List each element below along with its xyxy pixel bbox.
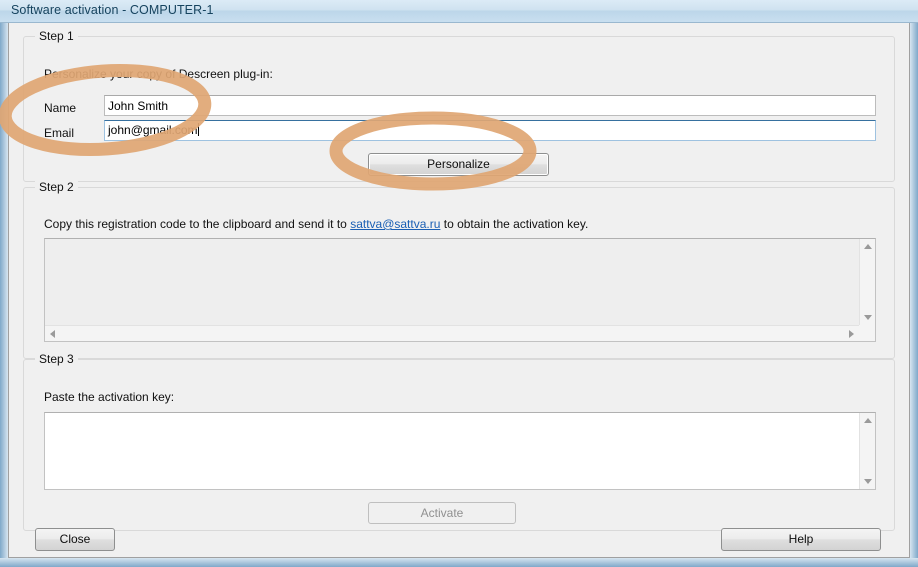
email-input-text: john@gmail.com xyxy=(108,123,198,137)
registration-code-text xyxy=(45,239,859,325)
registration-code-vertical-scrollbar[interactable] xyxy=(859,239,875,325)
triangle-down-icon xyxy=(864,315,872,320)
text-caret xyxy=(197,123,199,136)
triangle-right-icon xyxy=(849,330,854,338)
activate-button[interactable]: Activate xyxy=(368,502,516,524)
scroll-left-button[interactable] xyxy=(45,326,61,341)
dialog-client-area: Step 1 Personalize your copy of Descreen… xyxy=(8,23,910,558)
close-button[interactable]: Close xyxy=(35,528,115,551)
step1-groupbox: Step 1 Personalize your copy of Descreen… xyxy=(23,29,895,182)
step2-description: Copy this registration code to the clipb… xyxy=(44,217,588,231)
step2-description-part1: Copy this registration code to the clipb… xyxy=(44,217,351,231)
step3-groupbox: Step 3 Paste the activation key: Activat… xyxy=(23,352,895,531)
step1-description: Personalize your copy of Descreen plug-i… xyxy=(44,67,273,81)
step2-legend: Step 2 xyxy=(35,180,78,194)
scroll-down-button[interactable] xyxy=(860,309,875,325)
registration-code-textarea[interactable] xyxy=(44,238,876,342)
step2-groupbox: Step 2 Copy this registration code to th… xyxy=(23,180,895,359)
scroll-up-button[interactable] xyxy=(860,413,875,429)
activation-key-textarea[interactable] xyxy=(44,412,876,490)
name-input[interactable] xyxy=(104,95,876,116)
step3-description: Paste the activation key: xyxy=(44,390,175,404)
scroll-down-button[interactable] xyxy=(860,473,875,489)
window-frame-right xyxy=(910,0,918,567)
activation-dialog-window: Software activation - COMPUTER-1 Step 1 … xyxy=(0,0,918,567)
step2-description-part2: to obtain the activation key. xyxy=(440,217,589,231)
activation-key-vertical-scrollbar[interactable] xyxy=(859,413,875,489)
scrollbar-corner xyxy=(859,325,875,341)
support-email-link[interactable]: sattva@sattva.ru xyxy=(350,217,440,231)
triangle-down-icon xyxy=(864,479,872,484)
help-button[interactable]: Help xyxy=(721,528,881,551)
email-input[interactable]: john@gmail.com xyxy=(104,120,876,141)
scroll-right-button[interactable] xyxy=(843,326,859,341)
scroll-up-button[interactable] xyxy=(860,239,875,255)
email-label: Email xyxy=(44,126,75,140)
window-frame-left xyxy=(0,0,8,567)
registration-code-horizontal-scrollbar[interactable] xyxy=(45,325,859,341)
triangle-up-icon xyxy=(864,244,872,249)
window-frame-bottom xyxy=(0,558,918,567)
activation-key-text xyxy=(45,413,859,489)
personalize-button[interactable]: Personalize xyxy=(368,153,549,176)
window-titlebar[interactable]: Software activation - COMPUTER-1 xyxy=(0,0,918,23)
name-label: Name xyxy=(44,101,77,115)
step3-legend: Step 3 xyxy=(35,352,78,366)
step1-legend: Step 1 xyxy=(35,29,78,43)
triangle-left-icon xyxy=(50,330,55,338)
window-title: Software activation - COMPUTER-1 xyxy=(11,3,214,17)
triangle-up-icon xyxy=(864,418,872,423)
